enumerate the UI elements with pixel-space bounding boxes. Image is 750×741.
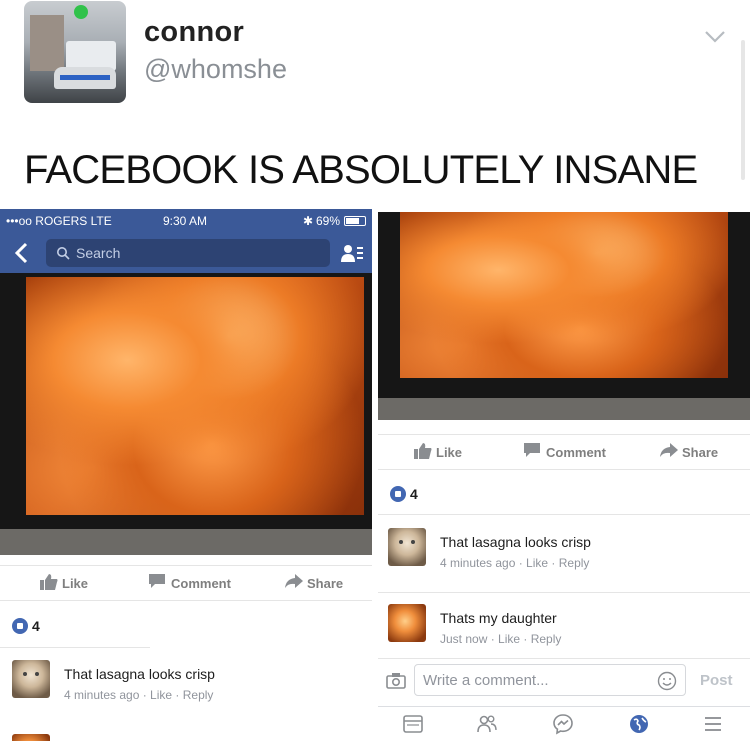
ultrasound-image: [400, 212, 728, 378]
user-handle[interactable]: @whomshe: [144, 54, 287, 85]
commenter-avatar[interactable]: [388, 604, 426, 642]
bluetooth-icon: ✱: [303, 214, 314, 228]
like-count[interactable]: 4: [390, 486, 450, 504]
carrier-label: •••oo ROGERS LTE: [6, 214, 112, 228]
share-button[interactable]: Share: [285, 574, 343, 591]
search-icon: [57, 247, 70, 260]
like-badge-icon: [390, 486, 406, 502]
comment-item: That lasagna looks crisp 4 minutes ago ·…: [388, 528, 748, 578]
share-icon: [285, 574, 303, 588]
friends-icon[interactable]: [476, 713, 498, 735]
share-icon: [660, 443, 678, 457]
comment-meta[interactable]: 4 minutes ago · Like · Reply: [64, 688, 213, 702]
comment-meta[interactable]: 4 minutes ago · Like · Reply: [440, 556, 589, 570]
profile-avatar[interactable]: [24, 1, 126, 103]
chevron-down-icon[interactable]: [703, 24, 727, 48]
username[interactable]: connor: [144, 16, 244, 49]
emoji-icon[interactable]: [657, 671, 677, 691]
search-input[interactable]: Search: [46, 239, 330, 267]
news-feed-icon[interactable]: [402, 713, 424, 735]
ultrasound-photo[interactable]: [0, 273, 372, 555]
post-button[interactable]: Post: [700, 672, 733, 689]
messenger-icon[interactable]: [552, 713, 574, 735]
comment-button[interactable]: Comment: [149, 574, 231, 591]
thumbs-up-icon: [40, 574, 58, 590]
comment-text: That lasagna looks crisp: [64, 666, 215, 682]
nav-bar: Search: [0, 233, 372, 273]
post-actions: Like Comment Share: [0, 565, 372, 601]
comment-item: That lasagna looks crisp 4 minutes ago ·…: [12, 660, 372, 710]
tweet-text: FACEBOOK IS ABSOLUTELY INSANE: [24, 148, 698, 192]
comment-button[interactable]: Comment: [524, 443, 606, 460]
comment-meta[interactable]: Just now · Like · Reply: [440, 632, 561, 646]
back-arrow-icon[interactable]: [12, 241, 32, 265]
comment-placeholder: Write a comment...: [423, 672, 549, 689]
like-count[interactable]: 4: [12, 618, 72, 636]
ultrasound-photo-cropped[interactable]: [378, 212, 750, 420]
like-button[interactable]: Like: [414, 443, 462, 460]
ultrasound-image: [26, 277, 364, 515]
camera-icon[interactable]: [386, 672, 406, 689]
clock-label: 9:30 AM: [163, 214, 208, 228]
share-button[interactable]: Share: [660, 443, 718, 460]
commenter-avatar[interactable]: [388, 528, 426, 566]
scrollbar[interactable]: [741, 40, 745, 180]
status-bar: •••oo ROGERS LTE 9:30 AM ✱ 69%: [0, 209, 372, 233]
comment-text: Thats my daughter: [440, 610, 557, 626]
right-screenshot: Like Comment Share 4 That lasagna looks …: [378, 212, 750, 741]
comment-text: That lasagna looks crisp: [440, 534, 591, 550]
left-screenshot: •••oo ROGERS LTE 9:30 AM ✱ 69% Search Li…: [0, 209, 372, 741]
like-button[interactable]: Like: [40, 574, 88, 591]
menu-icon[interactable]: [702, 713, 724, 735]
like-badge-icon: [12, 618, 28, 634]
globe-icon[interactable]: [628, 713, 650, 735]
comment-icon: [149, 574, 165, 588]
comment-icon: [524, 443, 540, 457]
comment-item: Thats my daughter Just now · Like · Repl…: [388, 604, 748, 654]
comment-composer: Write a comment... Post: [378, 662, 750, 702]
battery-label: 69%: [316, 214, 341, 228]
comment-input[interactable]: Write a comment...: [414, 664, 686, 696]
thumbs-up-icon: [414, 443, 432, 459]
friend-requests-icon[interactable]: [340, 243, 364, 263]
commenter-avatar[interactable]: [12, 660, 50, 698]
next-commenter-avatar[interactable]: [12, 734, 50, 741]
battery-icon: [344, 216, 366, 226]
search-placeholder: Search: [76, 245, 121, 261]
bottom-tab-bar: [378, 706, 750, 741]
post-actions: Like Comment Share: [378, 434, 750, 470]
